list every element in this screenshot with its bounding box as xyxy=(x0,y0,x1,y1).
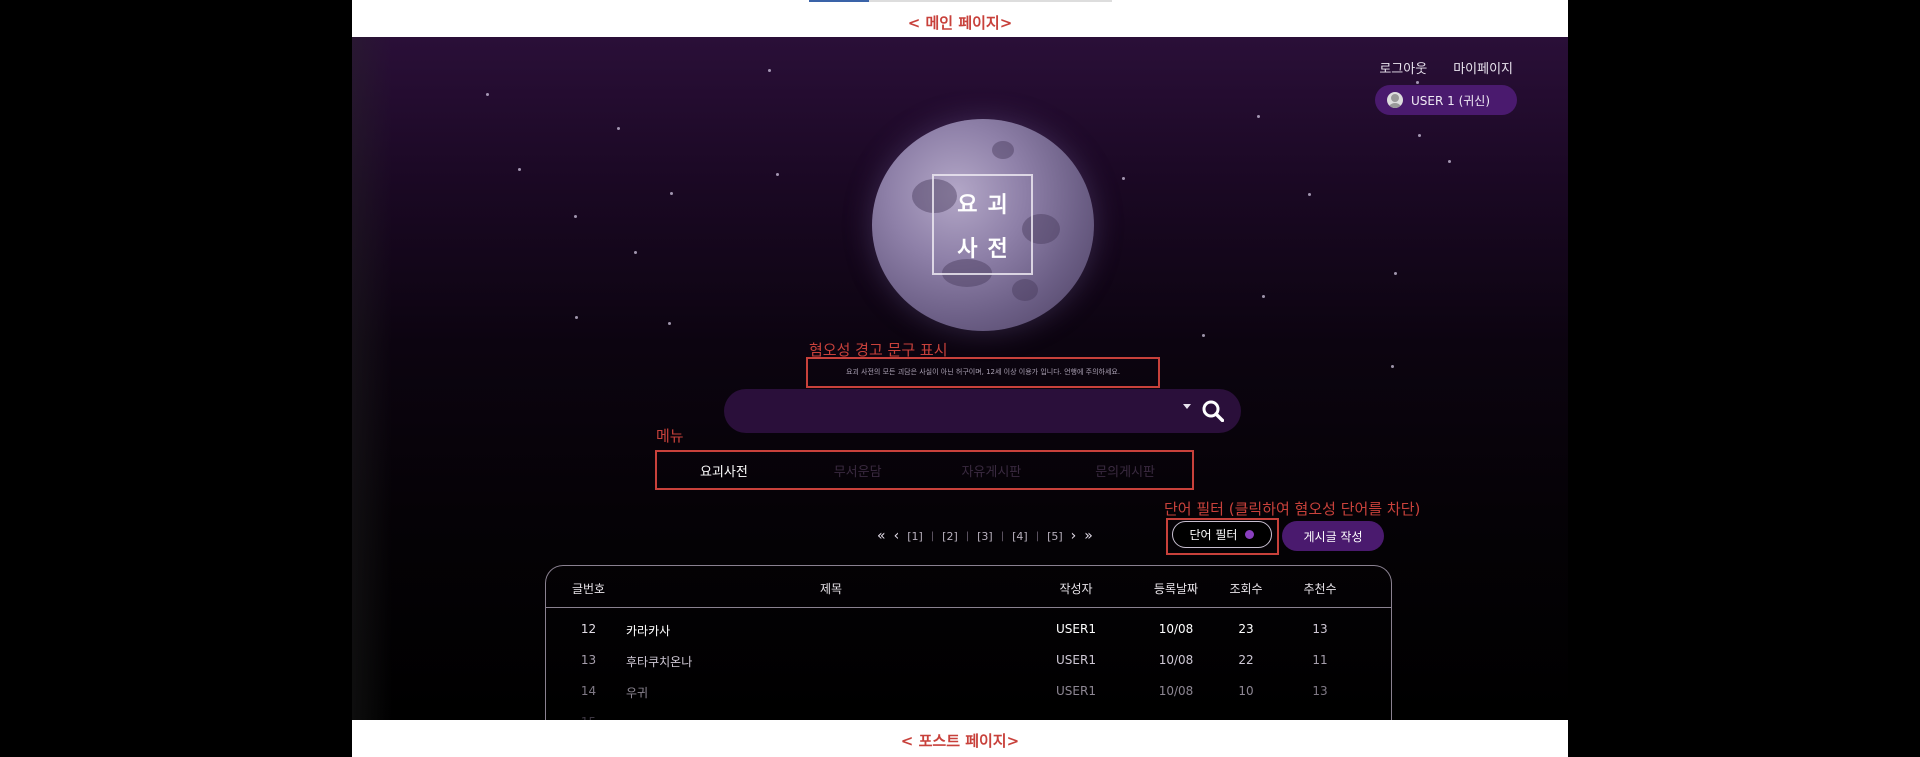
user-badge[interactable]: USER 1 (귀신) xyxy=(1375,85,1517,115)
table-row[interactable]: 12 카라카사 USER1 10/08 23 13 xyxy=(546,617,1391,641)
page-link[interactable]: [4] xyxy=(1012,530,1028,543)
star xyxy=(1391,365,1394,368)
cell-date: 10/08 xyxy=(1158,684,1194,698)
cell-author: USER1 xyxy=(1056,653,1096,667)
menu-item-yokai-dictionary[interactable]: 요괴사전 xyxy=(657,461,791,480)
moon-crater xyxy=(992,141,1014,159)
star xyxy=(1262,295,1265,298)
table-row[interactable]: 15 xyxy=(546,710,1391,720)
post-page-caption: < 포스트 페이지> xyxy=(900,732,1020,750)
search-icon[interactable] xyxy=(1202,400,1224,422)
cell-number: 14 xyxy=(580,684,597,698)
star xyxy=(575,316,578,319)
cell-title[interactable]: 후타쿠치온나 xyxy=(626,653,926,670)
cell-likes: 13 xyxy=(1312,622,1328,636)
tab-strip xyxy=(809,0,1112,2)
star xyxy=(670,192,673,195)
page-link[interactable]: [3] xyxy=(977,530,993,543)
first-page-button[interactable]: « xyxy=(877,528,886,544)
menu-annotation-label: 메뉴 xyxy=(656,427,684,445)
star xyxy=(1394,272,1397,275)
column-header-author: 작성자 xyxy=(1059,582,1093,596)
cell-title[interactable]: 카라카사 xyxy=(626,622,926,639)
main-menu: 요괴사전 무서운담 자유게시판 문의게시판 xyxy=(657,452,1192,488)
tab-indicator xyxy=(809,0,869,2)
last-page-button[interactable]: » xyxy=(1084,528,1093,544)
page-separator: | xyxy=(1035,530,1040,542)
page-link[interactable]: [5] xyxy=(1047,530,1063,543)
search-bar[interactable] xyxy=(724,389,1241,433)
star xyxy=(1308,193,1311,196)
page-separator: | xyxy=(930,530,935,542)
cell-views: 10 xyxy=(1238,684,1254,698)
cell-date: 10/08 xyxy=(1158,622,1194,636)
screenshot-stage: < 메인 페이지> 로그아웃 마이페이지 USER 1 (귀신) 요괴 사전 혐… xyxy=(0,0,1920,757)
caret-down-icon[interactable] xyxy=(1183,404,1191,409)
toggle-dot-icon xyxy=(1245,530,1255,539)
page-link[interactable]: [1] xyxy=(907,530,923,543)
star xyxy=(1122,177,1125,180)
cell-number: 12 xyxy=(580,622,597,636)
main-page-caption: < 메인 페이지> xyxy=(907,14,1013,32)
star xyxy=(1418,134,1421,137)
post-page-caption-bar: < 포스트 페이지> xyxy=(352,720,1568,757)
prev-page-button[interactable]: ‹ xyxy=(894,528,900,544)
page-link[interactable]: [2] xyxy=(942,530,958,543)
page-separator: | xyxy=(1000,530,1005,542)
cell-title[interactable]: 우귀 xyxy=(626,684,926,701)
cell-likes: 11 xyxy=(1312,653,1328,667)
main-page-caption-bar: < 메인 페이지> xyxy=(352,0,1568,37)
top-links: 로그아웃 마이페이지 xyxy=(1379,58,1513,77)
avatar-icon xyxy=(1387,92,1403,108)
site-logo[interactable]: 요괴 사전 xyxy=(932,174,1033,275)
cell-views: 23 xyxy=(1238,622,1254,636)
cell-author: USER1 xyxy=(1056,684,1096,698)
moon-crater xyxy=(1012,279,1038,301)
star xyxy=(574,215,577,218)
mypage-link[interactable]: 마이페이지 xyxy=(1453,58,1513,77)
cell-likes: 13 xyxy=(1312,684,1328,698)
star xyxy=(1257,115,1260,118)
star xyxy=(1448,160,1451,163)
page-separator: | xyxy=(965,530,970,542)
write-post-button[interactable]: 게시글 작성 xyxy=(1282,521,1384,551)
logo-line-1: 요괴 xyxy=(957,192,1018,218)
word-filter-toggle[interactable]: 단어 필터 xyxy=(1172,521,1272,548)
table-row[interactable]: 13 후타쿠치온나 USER1 10/08 22 11 xyxy=(546,648,1391,672)
table-header: 글번호 제목 작성자 등록날짜 조회수 추천수 xyxy=(546,566,1391,608)
menu-item-free-board[interactable]: 자유게시판 xyxy=(925,461,1059,480)
star xyxy=(776,173,779,176)
star xyxy=(1202,334,1205,337)
star xyxy=(518,168,521,171)
cell-number: 13 xyxy=(580,653,597,667)
column-header-likes: 추천수 xyxy=(1303,582,1337,596)
menu-item-scary-story[interactable]: 무서운담 xyxy=(791,461,925,480)
star xyxy=(634,251,637,254)
table-row[interactable]: 14 우귀 USER1 10/08 10 13 xyxy=(546,679,1391,703)
user-name: USER 1 (귀신) xyxy=(1411,93,1491,108)
post-table: 글번호 제목 작성자 등록날짜 조회수 추천수 12 카라카사 USER1 10… xyxy=(545,565,1392,720)
star xyxy=(1416,81,1419,84)
column-header-title: 제목 xyxy=(819,582,843,596)
word-filter-label: 단어 필터 xyxy=(1189,528,1238,542)
cell-views: 22 xyxy=(1238,653,1254,667)
column-header-date: 등록날짜 xyxy=(1153,582,1199,596)
pagination: « ‹ [1] | [2] | [3] | [4] | [5] › » xyxy=(877,528,1093,544)
star xyxy=(768,69,771,72)
next-page-button[interactable]: › xyxy=(1071,528,1077,544)
star xyxy=(617,127,620,130)
main-panel: 로그아웃 마이페이지 USER 1 (귀신) 요괴 사전 혐오성 경고 문구 표… xyxy=(352,37,1568,720)
column-header-number: 글번호 xyxy=(571,582,606,596)
star xyxy=(668,322,671,325)
warning-text: 요괴 사전의 모든 괴담은 사실이 아닌 허구이며, 12세 이상 이용가 입니… xyxy=(845,367,1121,376)
column-header-views: 조회수 xyxy=(1229,582,1263,596)
filter-annotation-label: 단어 필터 (클릭하여 혐오성 단어를 차단) xyxy=(1164,500,1421,518)
logo-line-2: 사전 xyxy=(957,236,1018,262)
logout-link[interactable]: 로그아웃 xyxy=(1379,58,1427,77)
cell-date: 10/08 xyxy=(1158,653,1194,667)
left-edge-shade xyxy=(352,37,392,720)
menu-item-inquiry-board[interactable]: 문의게시판 xyxy=(1058,461,1192,480)
cell-author: USER1 xyxy=(1056,622,1096,636)
star xyxy=(486,93,489,96)
